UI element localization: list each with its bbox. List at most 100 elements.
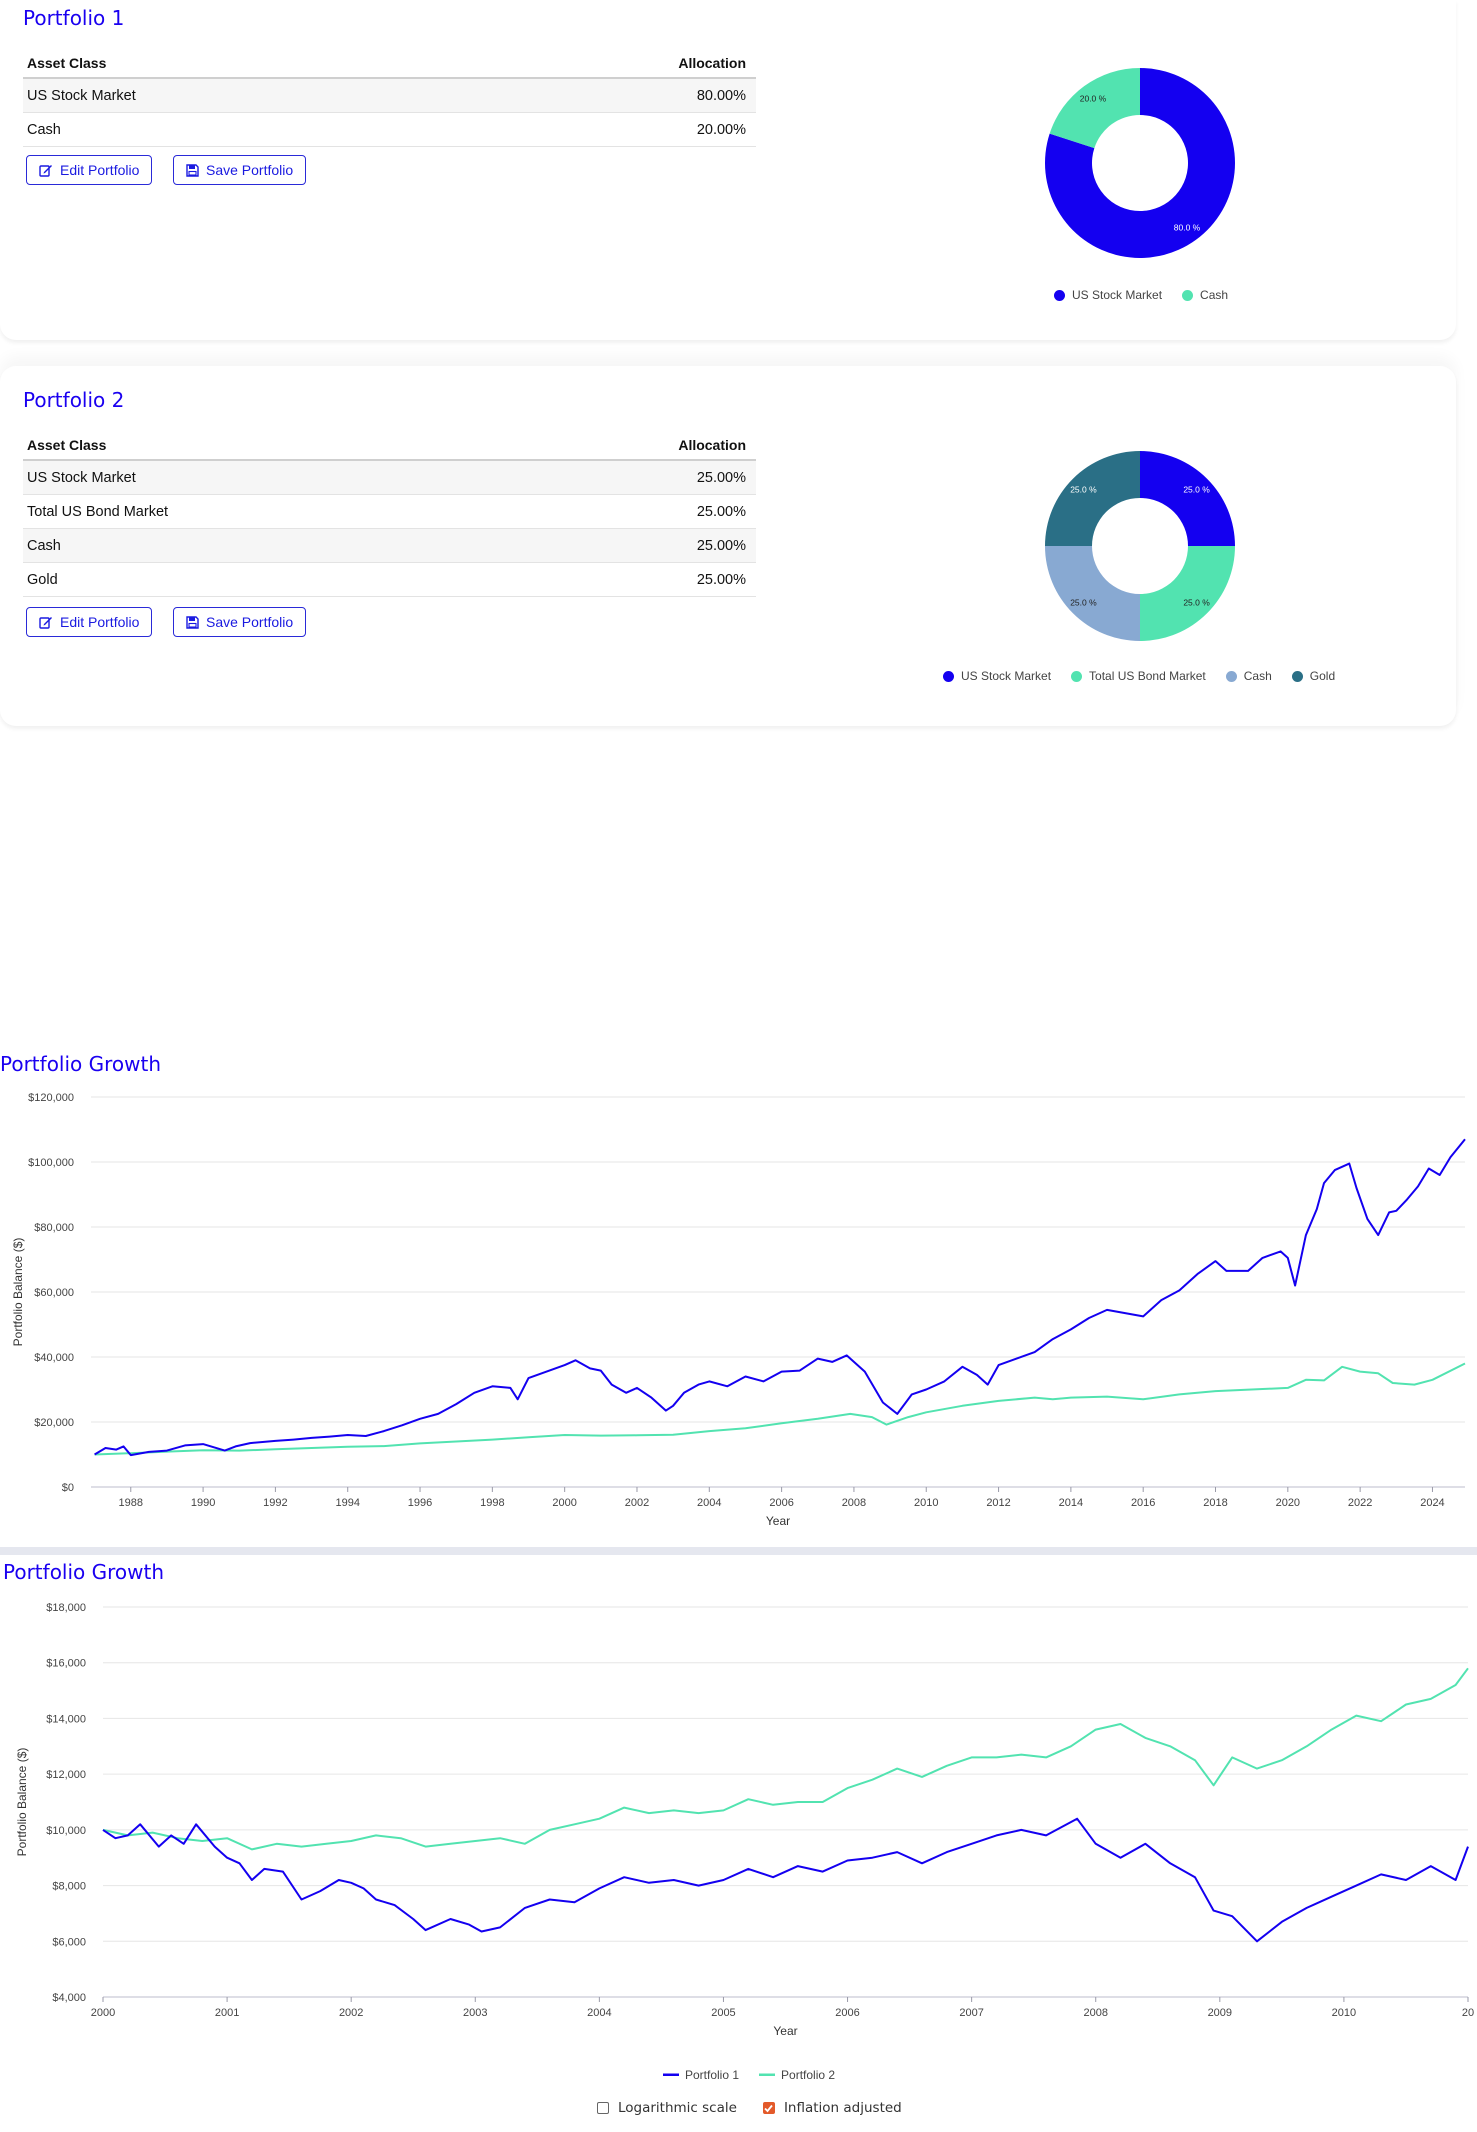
log-scale-checkbox[interactable] [597,2102,609,2114]
legend-item[interactable]: Portfolio 2 [759,2068,835,2082]
x-tick-label: 1998 [480,1497,504,1509]
x-tick-label: 2022 [1348,1497,1372,1509]
table-row: Cash 25.00% [23,528,756,563]
asset-allocation: 20.00% [454,112,756,147]
asset-name: Gold [23,562,497,597]
legend-label: Cash [1243,669,1272,683]
x-tick-label: 2002 [625,1497,649,1509]
table-row: US Stock Market 25.00% [23,460,756,495]
donut-slice-us-stock-market[interactable] [1140,451,1235,546]
portfolio-growth-title: Portfolio Growth [0,1052,162,1076]
series-line-portfolio-1[interactable] [94,1138,1466,1457]
donut-slice-cash[interactable] [1045,546,1140,641]
donut-slice-label: 25.0 % [1070,484,1097,494]
series-line-portfolio-1[interactable] [102,1817,1469,1943]
edit-portfolio-label: Edit Portfolio [60,162,140,178]
section-divider [0,1547,1477,1555]
legend-label: Portfolio 2 [781,2068,836,2082]
table-row: US Stock Market 80.00% [23,78,756,113]
portfolio-2-allocation-table: Asset Class Allocation US Stock Market 2… [23,430,756,597]
check-icon [764,2104,774,2112]
edit-portfolio-label: Edit Portfolio [60,614,140,630]
table-header-row: Asset Class Allocation [23,48,756,79]
donut-slice-cash[interactable] [1049,68,1140,149]
legend-item[interactable]: Portfolio 1 [663,2068,739,2082]
save-portfolio-2-button[interactable]: Save Portfolio [173,607,307,637]
edit-portfolio-2-button[interactable]: Edit Portfolio [26,607,153,637]
series-line-portfolio-2[interactable] [94,1362,1466,1456]
asset-allocation: 80.00% [454,78,756,113]
save-icon [186,615,199,629]
edit-icon [39,617,52,629]
y-axis-label: Portfolio Balance ($) [15,1748,29,1857]
chart-options: Logarithmic scale Inflation adjusted [597,2100,902,2116]
x-axis-label: Year [773,2024,797,2038]
legend-label: Gold [1309,669,1336,683]
x-tick-label: 20 [1462,2007,1474,2019]
x-tick-label: 2006 [835,2007,859,2019]
legend-item: Cash [1182,288,1228,302]
growth-chart-legend: Portfolio 1 Portfolio 2 [663,2068,855,2082]
series-line-portfolio-2[interactable] [102,1667,1469,1851]
donut-slice-total-us-bond-market[interactable] [1140,546,1235,641]
asset-name: Cash [23,112,455,147]
asset-name: US Stock Market [23,78,455,113]
y-tick-label: $4,000 [52,1992,86,2004]
legend-line-swatch [759,2073,776,2076]
legend-swatch [943,670,954,682]
x-tick-label: 2010 [1332,2007,1356,2019]
y-tick-label: $120,000 [28,1092,74,1104]
inflation-adjusted-checkbox[interactable] [762,2102,775,2114]
asset-class-header: Asset Class [23,48,455,79]
x-tick-label: 2009 [1208,2007,1232,2019]
asset-name: Total US Bond Market [23,494,497,529]
asset-name: US Stock Market [23,460,497,495]
legend-label: US Stock Market [1072,288,1163,302]
save-portfolio-1-button[interactable]: Save Portfolio [173,155,307,185]
edit-portfolio-1-button[interactable]: Edit Portfolio [26,155,153,185]
legend-line-swatch [663,2073,679,2076]
y-tick-label: $16,000 [46,1658,86,1670]
x-tick-label: 2012 [986,1497,1010,1509]
legend-item: US Stock Market [1054,288,1162,302]
x-tick-label: 2018 [1203,1497,1227,1509]
x-tick-label: 1992 [263,1497,287,1509]
x-tick-label: 2016 [1131,1497,1155,1509]
x-tick-label: 2005 [711,2007,735,2019]
x-tick-label: 2008 [1083,2007,1107,2019]
x-tick-label: 2024 [1420,1497,1444,1509]
x-tick-label: 2004 [697,1497,721,1509]
allocation-header: Allocation [454,48,756,79]
y-tick-label: $100,000 [28,1157,74,1169]
portfolio-1-allocation-table: Asset Class Allocation US Stock Market 8… [23,48,756,147]
legend-swatch [1182,289,1194,301]
portfolio-growth-title-2: Portfolio Growth [3,1560,165,1584]
legend-swatch [1291,670,1303,682]
y-tick-label: $0 [62,1482,74,1494]
y-tick-label: $18,000 [46,1602,86,1614]
y-tick-label: $8,000 [52,1881,86,1893]
donut-slice-gold[interactable] [1045,451,1140,546]
portfolio-2-donut-chart: 25.0 % 25.0 % 25.0 % 25.0 % [1045,451,1235,641]
x-tick-label: 2014 [1059,1497,1083,1509]
legend-swatch [1071,670,1083,682]
x-tick-label: 2001 [215,2007,239,2019]
legend-label: Portfolio 1 [685,2068,740,2082]
donut-slice-label: 80.0 % [1174,223,1201,233]
y-tick-label: $6,000 [52,1936,86,1948]
donut-slice-label: 25.0 % [1183,598,1210,608]
y-tick-label: $12,000 [46,1769,86,1781]
asset-allocation: 25.00% [496,528,756,563]
asset-name: Cash [23,528,497,563]
portfolio-2-card: Portfolio 2 Asset Class Allocation US St… [0,366,1456,726]
edit-icon [39,165,52,177]
x-tick-label: 2003 [463,2007,487,2019]
donut-slice-label: 20.0 % [1080,93,1107,103]
donut-slice-label: 25.0 % [1070,598,1097,608]
x-tick-label: 1988 [119,1497,143,1509]
x-tick-label: 2010 [914,1497,938,1509]
x-tick-label: 2006 [769,1497,793,1509]
x-tick-label: 1996 [408,1497,432,1509]
save-portfolio-label: Save Portfolio [206,162,294,178]
asset-allocation: 25.00% [496,460,756,495]
